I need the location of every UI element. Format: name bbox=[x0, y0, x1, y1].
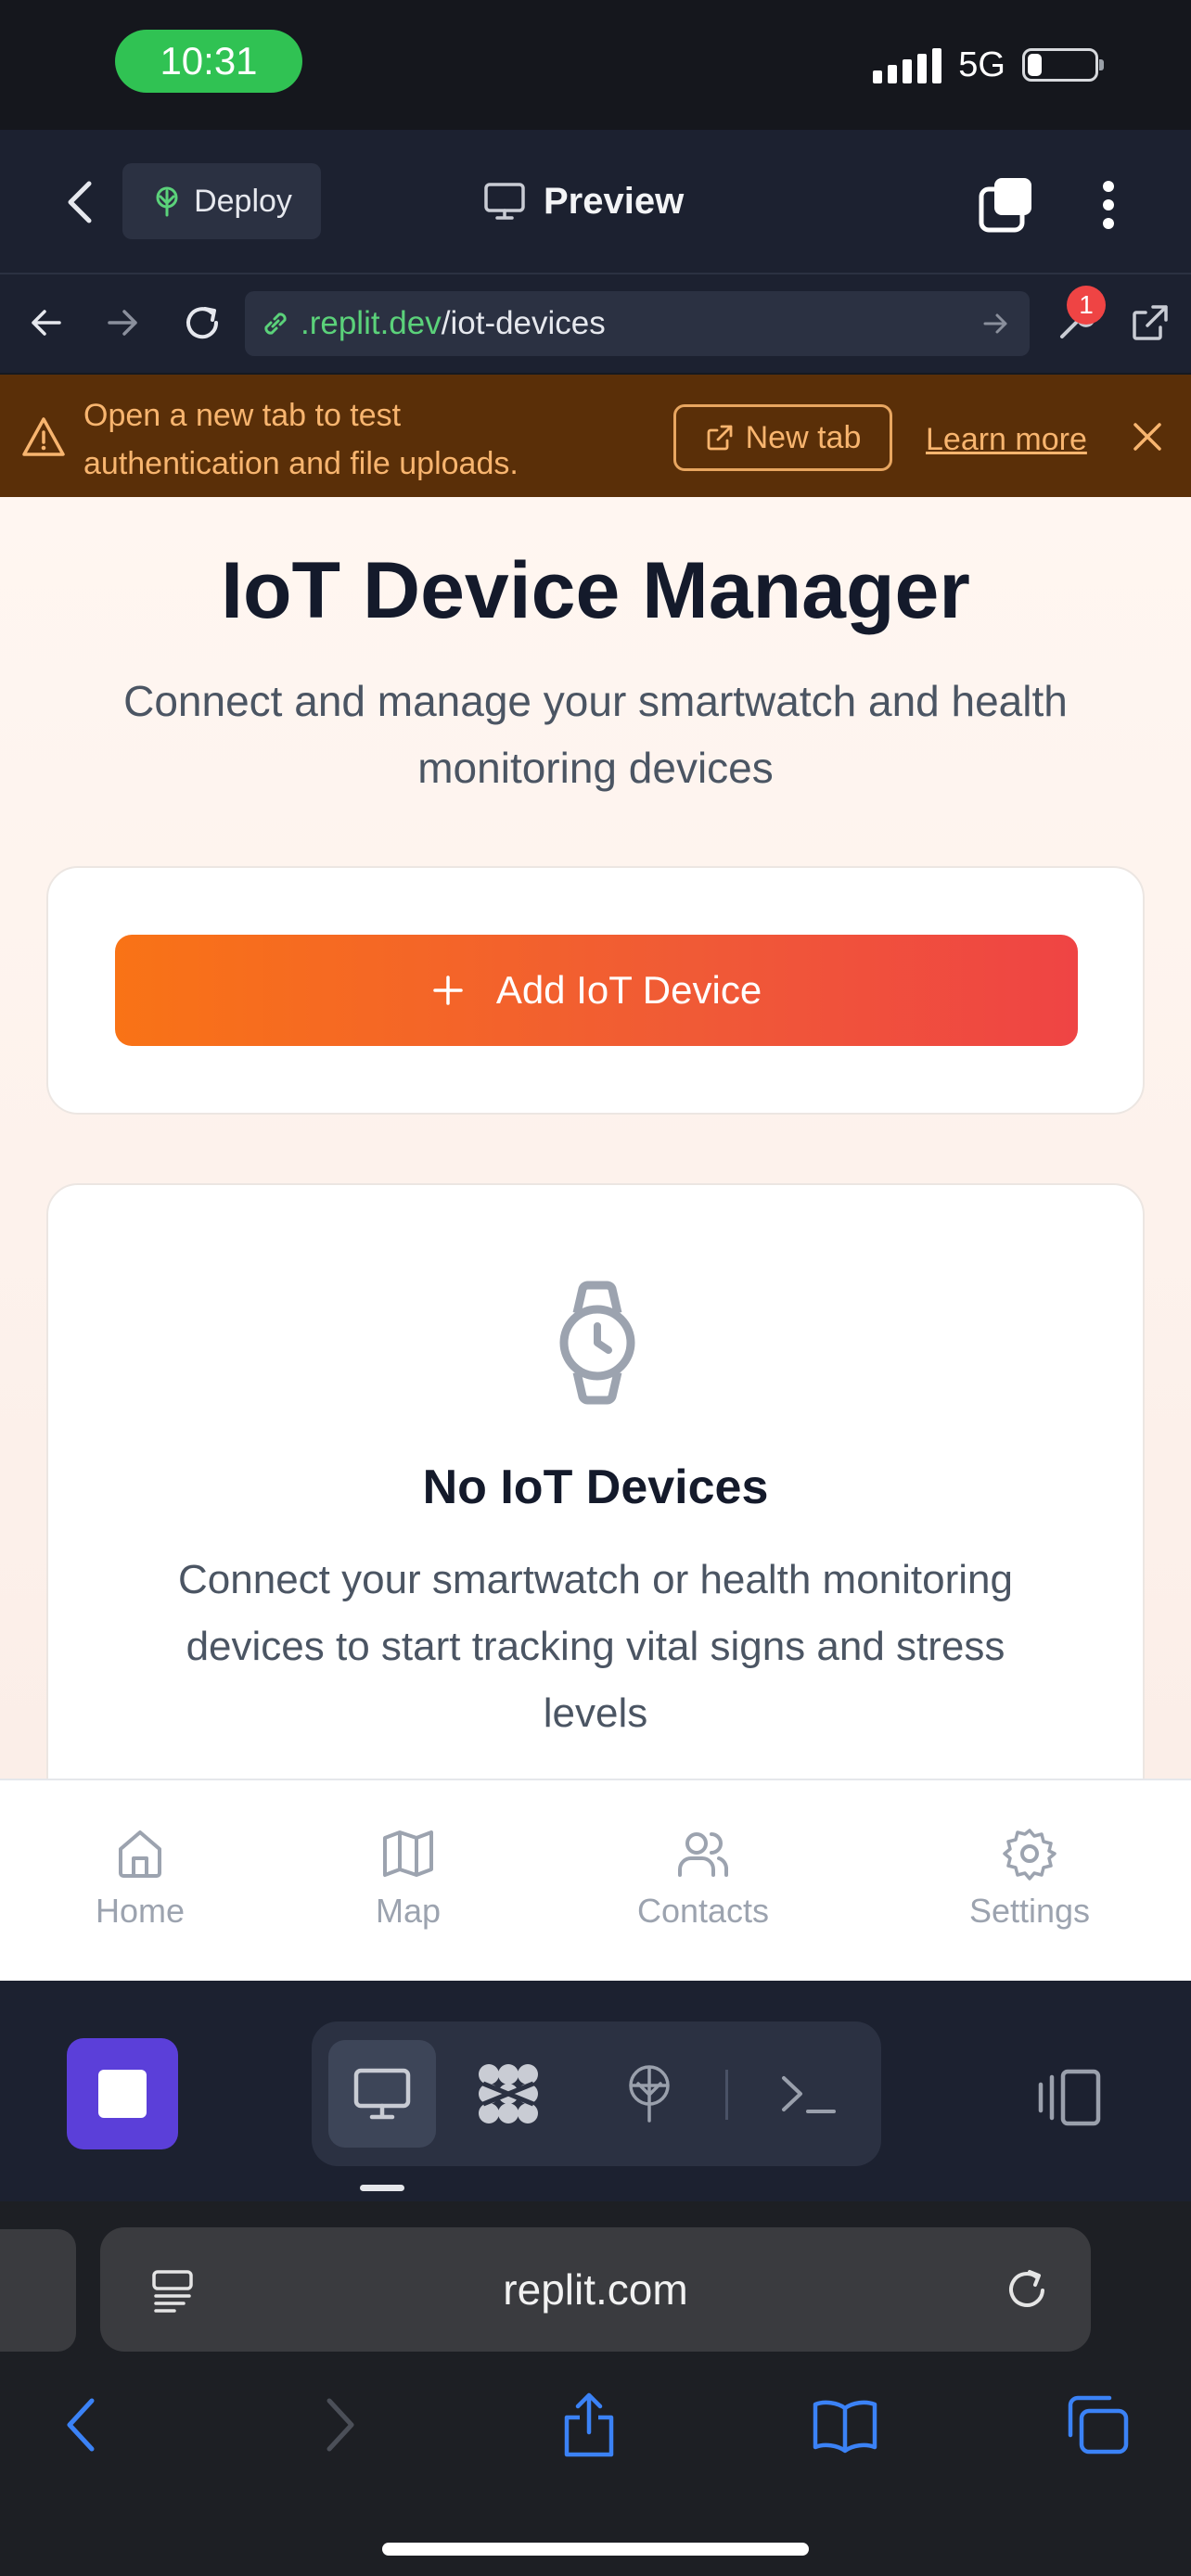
monitor-icon bbox=[353, 2068, 411, 2120]
deploy-icon bbox=[629, 2065, 670, 2123]
layout-toggle-icon[interactable] bbox=[1030, 2059, 1108, 2136]
plus-icon bbox=[433, 976, 463, 1005]
signal-icon bbox=[873, 46, 942, 83]
go-arrow-icon[interactable] bbox=[980, 308, 1011, 339]
nav-item-contacts[interactable]: Contacts bbox=[610, 1825, 796, 1931]
deploy-icon bbox=[156, 186, 178, 217]
map-icon bbox=[383, 1830, 433, 1877]
app-viewport: IoT Device Manager Connect and manage yo… bbox=[0, 497, 1191, 1780]
home-icon bbox=[119, 1830, 161, 1878]
more-vertical-icon[interactable] bbox=[1085, 172, 1132, 237]
battery-icon bbox=[1022, 48, 1104, 82]
replit-header: Deploy Preview bbox=[0, 130, 1191, 274]
gear-icon bbox=[1003, 1829, 1057, 1881]
tool-switcher bbox=[312, 2021, 881, 2166]
safari-back-icon[interactable] bbox=[39, 2383, 122, 2467]
nav-label-contacts: Contacts bbox=[636, 1892, 770, 1930]
deploy-tool-button[interactable] bbox=[596, 2040, 703, 2148]
reload-icon[interactable] bbox=[1000, 2263, 1054, 2316]
empty-state-card: No IoT Devices Connect your smartwatch o… bbox=[46, 1183, 1145, 1780]
new-tab-button[interactable]: New tab bbox=[673, 404, 892, 471]
preview-label: Preview bbox=[544, 180, 685, 222]
deploy-button[interactable]: Deploy bbox=[122, 163, 321, 239]
terminal-icon bbox=[782, 2076, 836, 2113]
empty-state-title: No IoT Devices bbox=[422, 1460, 769, 1514]
add-device-label: Add IoT Device bbox=[495, 968, 762, 1012]
deploy-label: Deploy bbox=[194, 183, 292, 219]
learn-more-link[interactable]: Learn more bbox=[926, 412, 1087, 467]
external-link-icon[interactable] bbox=[1122, 295, 1178, 351]
url-path: /iot-devices bbox=[441, 305, 606, 341]
safari-bar: replit.com bbox=[0, 2201, 1191, 2576]
nav-label-map: Map bbox=[375, 1892, 442, 1930]
warning-triangle-icon bbox=[22, 417, 65, 456]
safari-forward-icon[interactable] bbox=[299, 2383, 382, 2467]
warning-banner: Open a new tab to test authentication an… bbox=[0, 375, 1191, 497]
replit-toolbar bbox=[0, 1981, 1191, 2201]
previous-tab-edge[interactable] bbox=[0, 2229, 76, 2352]
external-link-icon bbox=[707, 425, 733, 451]
link-icon bbox=[264, 312, 287, 335]
nav-item-settings[interactable]: Settings bbox=[937, 1825, 1122, 1931]
stop-icon bbox=[98, 2070, 147, 2118]
add-device-button[interactable]: Add IoT Device bbox=[115, 935, 1078, 1046]
active-tool-indicator bbox=[360, 2185, 404, 2191]
back-chevron-icon[interactable] bbox=[52, 165, 108, 239]
status-time: 10:31 bbox=[115, 30, 302, 93]
tabs-overview-icon[interactable] bbox=[1056, 2383, 1139, 2467]
empty-state-description: Connect your smartwatch or health monito… bbox=[178, 1557, 1013, 1736]
bookmarks-icon[interactable] bbox=[803, 2383, 887, 2467]
preview-tool-button[interactable] bbox=[328, 2040, 436, 2148]
reload-icon[interactable] bbox=[174, 295, 230, 351]
tabs-icon[interactable] bbox=[974, 172, 1039, 237]
close-icon[interactable] bbox=[1126, 415, 1169, 458]
shell-tool-button[interactable] bbox=[755, 2040, 863, 2148]
page-title: IoT Device Manager bbox=[221, 546, 970, 635]
nav-label-home: Home bbox=[95, 1892, 186, 1930]
warning-line-1: Open a new tab to test bbox=[83, 398, 402, 433]
devtools-badge: 1 bbox=[1067, 286, 1106, 325]
tool-divider bbox=[725, 2070, 728, 2120]
share-icon[interactable] bbox=[547, 2383, 631, 2467]
safari-url-text: replit.com bbox=[503, 2265, 688, 2314]
browser-bar: .replit.dev/iot-devices 1 bbox=[0, 274, 1191, 373]
smartwatch-icon bbox=[559, 1281, 635, 1405]
users-icon bbox=[678, 1832, 728, 1877]
status-bar: 10:31 5G bbox=[0, 0, 1191, 130]
page-subtitle: Connect and manage your smartwatch and h… bbox=[123, 677, 1068, 792]
preview-title: Preview bbox=[482, 163, 684, 239]
nav-back-arrow-icon[interactable] bbox=[20, 297, 72, 349]
app-bottom-nav: Home Map Contacts Settings bbox=[0, 1779, 1191, 1983]
agent-grid-icon bbox=[479, 2064, 538, 2123]
new-tab-label: New tab bbox=[745, 419, 862, 455]
warning-text: Open a new tab to test authentication an… bbox=[83, 391, 603, 488]
nav-item-home[interactable]: Home bbox=[47, 1825, 233, 1931]
status-indicators: 5G bbox=[873, 37, 1104, 93]
nav-forward-arrow-icon[interactable] bbox=[96, 297, 148, 349]
safari-address-bar[interactable]: replit.com bbox=[100, 2227, 1091, 2352]
add-device-card: Add IoT Device bbox=[46, 866, 1145, 1115]
stop-button[interactable] bbox=[67, 2038, 178, 2149]
monitor-icon bbox=[484, 183, 525, 220]
agent-tool-button[interactable] bbox=[455, 2040, 562, 2148]
nav-item-map[interactable]: Map bbox=[315, 1825, 501, 1931]
nav-label-settings: Settings bbox=[968, 1892, 1091, 1930]
url-domain: .replit.dev bbox=[301, 305, 442, 341]
warning-line-2: authentication and file uploads. bbox=[83, 446, 519, 481]
network-label: 5G bbox=[958, 45, 1005, 84]
home-indicator bbox=[382, 2543, 809, 2556]
url-field[interactable]: .replit.dev/iot-devices bbox=[245, 291, 1030, 356]
